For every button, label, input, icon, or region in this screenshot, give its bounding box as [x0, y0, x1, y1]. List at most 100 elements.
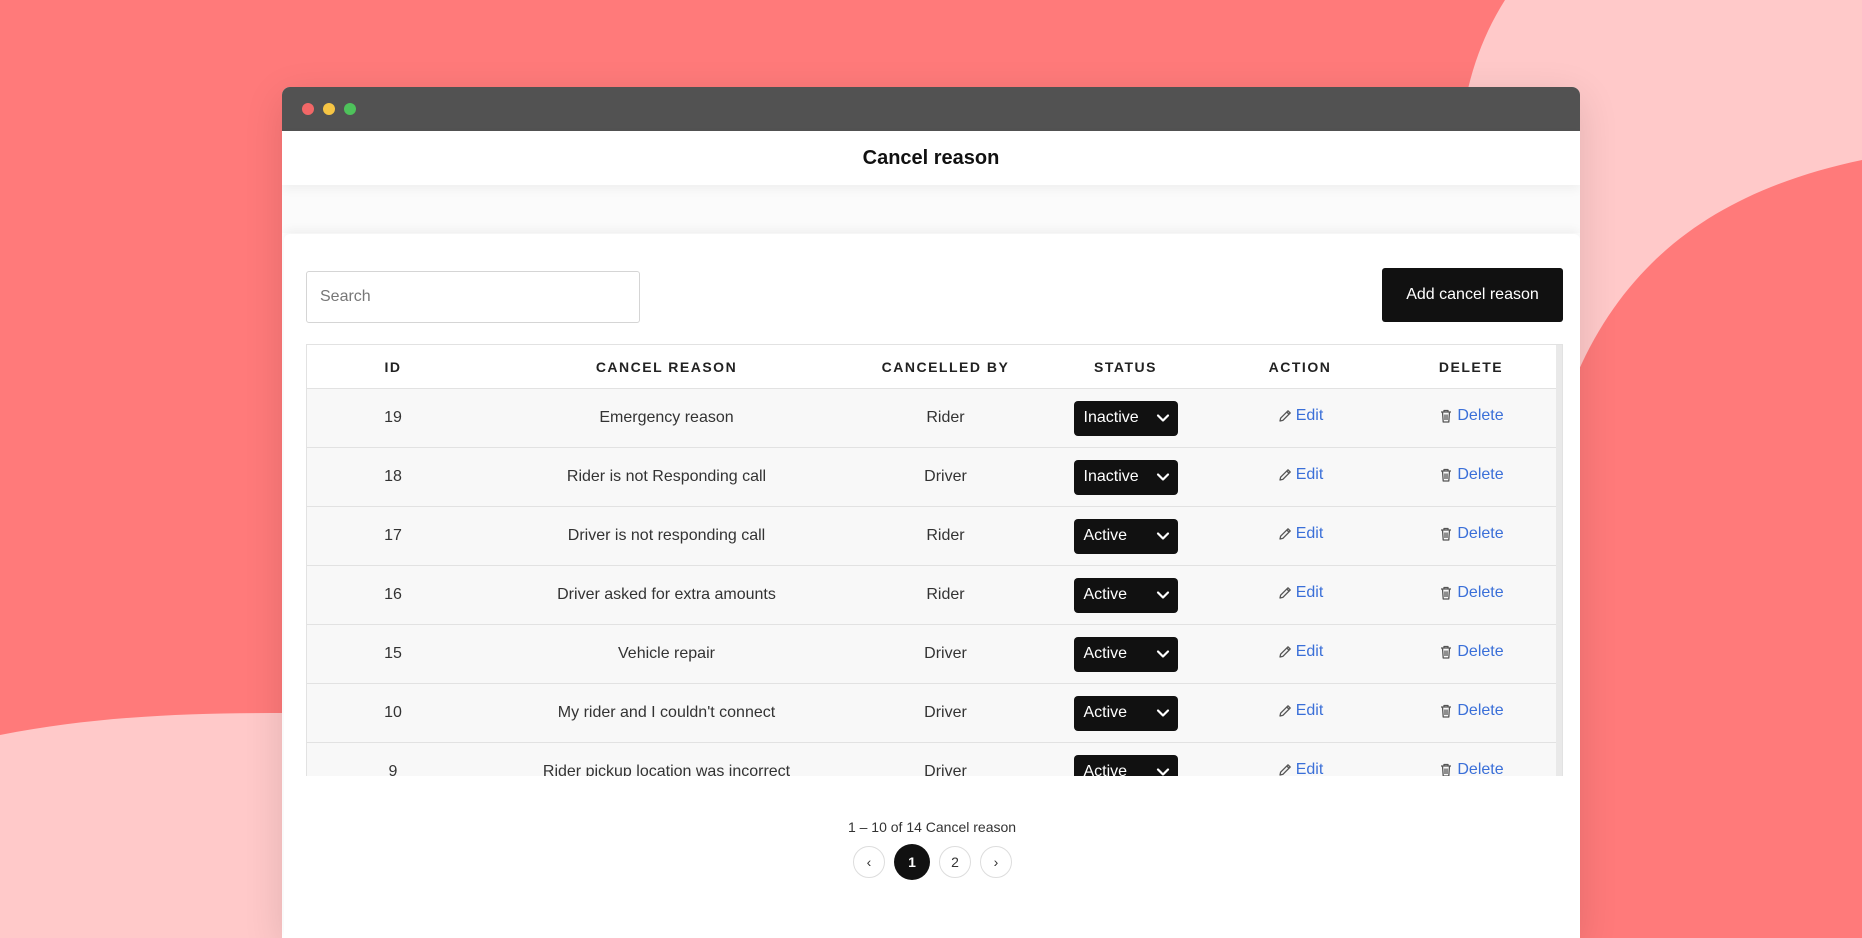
trash-icon — [1441, 763, 1452, 776]
header-spacer — [282, 185, 1580, 233]
cell-id: 18 — [307, 447, 479, 507]
cell-action: Edit — [1214, 447, 1386, 507]
pencil-icon — [1279, 764, 1291, 776]
table-row: 18 Rider is not Responding call Driver I… — [307, 447, 1556, 507]
cell-id: 9 — [307, 742, 479, 776]
cancel-reason-table: ID CANCEL REASON CANCELLED BY STATUS ACT… — [307, 345, 1556, 776]
status-value: Active — [1083, 586, 1128, 603]
prev-page-button[interactable]: ‹ — [853, 846, 885, 878]
status-value: Inactive — [1083, 409, 1139, 426]
cell-id: 19 — [307, 388, 479, 448]
cell-cancel-reason: Emergency reason — [479, 388, 854, 448]
edit-label: Edit — [1295, 466, 1324, 483]
pagination: ‹ 1 2 › — [853, 844, 1012, 880]
table-row: 9 Rider pickup location was incorrect Dr… — [307, 742, 1556, 776]
cell-id: 15 — [307, 624, 479, 684]
cell-cancel-reason: Rider is not Responding call — [479, 447, 854, 507]
cell-delete: Delete — [1386, 742, 1556, 776]
column-header-id: ID — [307, 345, 479, 389]
window-titlebar — [282, 87, 1580, 131]
edit-label: Edit — [1295, 643, 1324, 660]
trash-icon — [1441, 586, 1452, 600]
cell-cancelled-by: Rider — [854, 388, 1037, 448]
page-header: Cancel reason — [282, 131, 1580, 185]
page-button-1[interactable]: 1 — [894, 844, 930, 880]
edit-label: Edit — [1295, 702, 1324, 719]
cancel-reason-table-container[interactable]: ID CANCEL REASON CANCELLED BY STATUS ACT… — [306, 344, 1563, 776]
maximize-window-dot[interactable] — [344, 103, 356, 115]
delete-label: Delete — [1457, 584, 1504, 601]
page-title: Cancel reason — [862, 146, 1000, 169]
cell-cancelled-by: Driver — [854, 624, 1037, 684]
column-header-action: ACTION — [1214, 345, 1386, 389]
pagination-summary: 1 – 10 of 14 Cancel reason — [847, 819, 1017, 835]
edit-link[interactable]: Edit — [1277, 525, 1323, 543]
edit-link[interactable]: Edit — [1277, 643, 1324, 661]
delete-link[interactable]: Delete — [1438, 761, 1504, 776]
status-dropdown[interactable]: Inactive — [1073, 459, 1178, 495]
delete-label: Delete — [1457, 702, 1504, 719]
pencil-icon — [1279, 646, 1291, 658]
edit-label: Edit — [1295, 584, 1324, 601]
trash-icon — [1441, 409, 1452, 423]
status-dropdown[interactable]: Active — [1073, 695, 1178, 731]
close-window-dot[interactable] — [302, 103, 314, 115]
cell-cancelled-by: Rider — [854, 506, 1037, 566]
trash-icon — [1441, 468, 1452, 482]
cell-id: 17 — [307, 506, 479, 566]
column-header-delete: DELETE — [1386, 345, 1556, 389]
chevron-down-icon — [1156, 768, 1169, 776]
status-dropdown[interactable]: Inactive — [1073, 400, 1178, 436]
cell-cancel-reason: Driver is not responding call — [479, 506, 854, 566]
cell-cancel-reason: Rider pickup location was incorrect — [479, 742, 854, 776]
table-row: 16 Driver asked for extra amounts Rider … — [307, 565, 1556, 625]
cell-status: Active — [1037, 506, 1214, 566]
table-header-row: ID CANCEL REASON CANCELLED BY STATUS ACT… — [307, 345, 1556, 389]
delete-link[interactable]: Delete — [1438, 525, 1504, 543]
trash-icon — [1441, 527, 1452, 541]
table-row: 15 Vehicle repair Driver Active Edit Del… — [307, 624, 1556, 684]
cell-cancelled-by: Driver — [854, 683, 1037, 743]
edit-label: Edit — [1295, 761, 1324, 776]
pencil-icon — [1279, 528, 1291, 540]
chevron-down-icon — [1156, 473, 1169, 481]
content-panel: Add cancel reason ID CANCEL REASON CANCE… — [284, 234, 1580, 938]
chevron-down-icon — [1156, 414, 1169, 422]
status-dropdown[interactable]: Active — [1073, 518, 1178, 554]
cell-status: Active — [1037, 742, 1214, 776]
delete-label: Delete — [1457, 525, 1504, 542]
delete-link[interactable]: Delete — [1438, 643, 1504, 661]
status-dropdown[interactable]: Active — [1073, 754, 1178, 776]
status-dropdown[interactable]: Active — [1073, 577, 1178, 613]
minimize-window-dot[interactable] — [323, 103, 335, 115]
table-row: 17 Driver is not responding call Rider A… — [307, 506, 1556, 566]
delete-link[interactable]: Delete — [1438, 702, 1504, 720]
delete-link[interactable]: Delete — [1438, 466, 1504, 484]
edit-link[interactable]: Edit — [1277, 761, 1324, 776]
add-cancel-reason-button[interactable]: Add cancel reason — [1382, 268, 1563, 322]
status-dropdown[interactable]: Active — [1073, 636, 1178, 672]
table-scrollbar[interactable] — [1556, 345, 1562, 776]
cell-status: Inactive — [1037, 388, 1214, 448]
delete-label: Delete — [1457, 761, 1504, 776]
delete-link[interactable]: Delete — [1438, 584, 1504, 602]
edit-link[interactable]: Edit — [1277, 407, 1323, 425]
search-input[interactable] — [306, 271, 640, 323]
next-page-button[interactable]: › — [980, 846, 1012, 878]
delete-link[interactable]: Delete — [1438, 407, 1504, 425]
cell-delete: Delete — [1386, 624, 1556, 684]
edit-link[interactable]: Edit — [1277, 702, 1324, 720]
cell-id: 10 — [307, 683, 479, 743]
pencil-icon — [1279, 469, 1291, 481]
edit-link[interactable]: Edit — [1277, 466, 1324, 484]
page-button-2[interactable]: 2 — [939, 846, 971, 878]
column-header-status: STATUS — [1037, 345, 1214, 389]
pencil-icon — [1279, 705, 1291, 717]
cell-action: Edit — [1214, 742, 1386, 776]
cell-cancel-reason: Vehicle repair — [479, 624, 854, 684]
status-value: Active — [1083, 645, 1128, 662]
cell-action: Edit — [1214, 683, 1386, 743]
cell-status: Active — [1037, 624, 1214, 684]
edit-link[interactable]: Edit — [1277, 584, 1324, 602]
status-value: Active — [1083, 704, 1128, 721]
